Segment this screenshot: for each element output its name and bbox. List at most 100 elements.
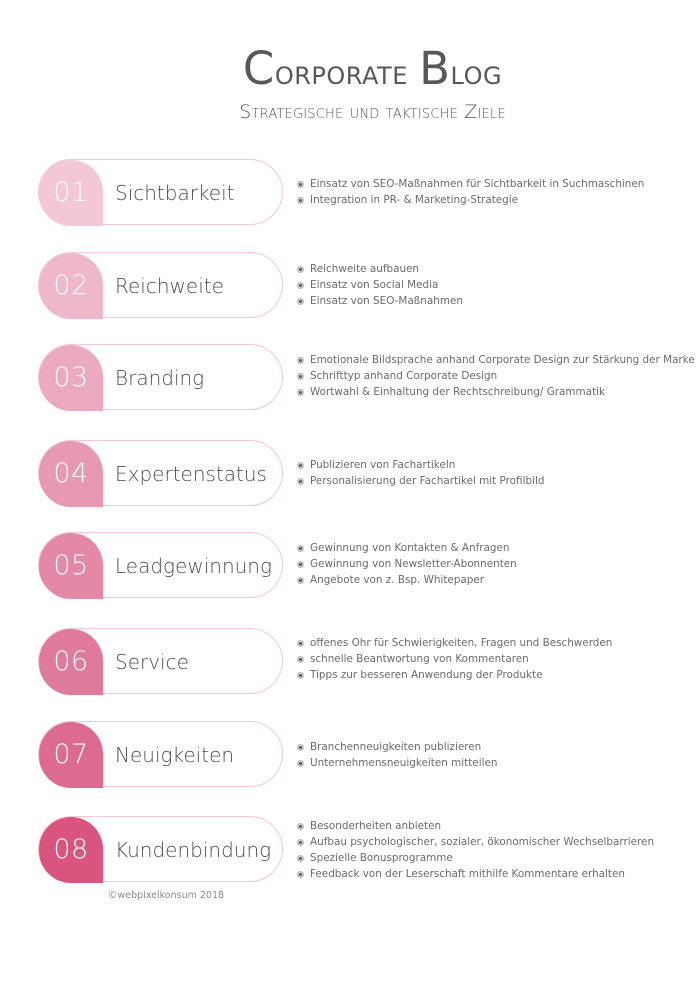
goal-row: 08 Kundenbindung Besonderheiten anbieten Au… [38, 816, 678, 883]
bullet-text: Personalisierung der Fachartikel mit Pro… [310, 475, 545, 487]
bullet-text: Reichweite aufbauen [310, 263, 420, 275]
goal-row: 01 Sichtbarkeit Einsatz von SEO-Maßnahmen … [38, 159, 678, 226]
bullet-dot-icon [297, 855, 304, 862]
bullet-text: schnelle Beantwortung von Kommentaren [310, 653, 529, 665]
goal-bullet-item: Wortwahl & Einhaltung der Rechtschreibun… [296, 384, 695, 400]
goal-bullet-item: Spezielle Bonusprogramme [296, 850, 654, 866]
goal-bullet-list: Gewinnung von Kontakten & Anfragen Gewinn… [296, 540, 517, 588]
bullet-dot-icon [297, 760, 304, 767]
goal-card: 06 Service [38, 628, 283, 695]
goal-label: Reichweite [115, 274, 224, 298]
goal-label: Expertenstatus [115, 462, 267, 486]
bullet-dot-icon [297, 561, 304, 568]
goal-number: 04 [53, 458, 89, 489]
goal-bullet-item: Branchenneuigkeiten publizieren [296, 739, 497, 755]
goal-bullet-item: Publizieren von Fachartikeln [296, 457, 544, 473]
bullet-dot-icon [297, 545, 304, 552]
goal-row: 07 Neuigkeiten Branchenneuigkeiten publizi… [38, 721, 678, 788]
bullet-text: offenes Ohr für Schwierigkeiten, Fragen … [310, 637, 613, 649]
bullet-text: Gewinnung von Kontakten & Anfragen [310, 542, 510, 554]
goal-bullet-item: Feedback von der Leserschaft mithilfe Ko… [296, 866, 654, 882]
goal-number-badge: 06 [39, 629, 103, 695]
goal-row: 05 Leadgewinnung Gewinnung von Kontakten &… [38, 532, 678, 599]
goal-card: 04 Expertenstatus [38, 440, 283, 507]
bullet-dot-icon [297, 197, 304, 204]
goal-row: 04 Expertenstatus Publizieren von Facharti… [38, 440, 678, 507]
bullet-dot-icon [297, 266, 304, 273]
goal-bullet-item: Einsatz von Social Media [296, 277, 463, 293]
bullet-dot-icon [297, 357, 304, 364]
bullet-dot-icon [297, 839, 304, 846]
goal-number-badge: 07 [39, 722, 103, 788]
bullet-dot-icon [297, 389, 304, 396]
bullet-text: Einsatz von SEO-Maßnahmen für Sichtbarke… [310, 178, 645, 190]
goal-number: 07 [53, 739, 89, 770]
goal-row: 03 Branding Emotionale Bildsprache anhand … [38, 344, 695, 411]
goal-number: 03 [53, 362, 89, 393]
goal-label: Kundenbindung [115, 838, 272, 862]
goal-number: 02 [53, 270, 89, 301]
title-initial: B [419, 42, 451, 95]
goal-card: 08 Kundenbindung [38, 816, 283, 883]
bullet-dot-icon [297, 373, 304, 380]
bullet-dot-icon [297, 640, 304, 647]
bullet-dot-icon [297, 871, 304, 878]
goal-bullet-item: Unternehmensneuigkeiten mitteilen [296, 755, 497, 771]
goal-card: 05 Leadgewinnung [38, 532, 283, 599]
goal-number-badge: 05 [39, 533, 103, 599]
goal-bullet-item: Einsatz von SEO-Maßnahmen für Sichtbarke… [296, 176, 644, 192]
goal-number-badge: 03 [39, 345, 103, 411]
goal-bullet-item: Personalisierung der Fachartikel mit Pro… [296, 473, 544, 489]
goal-card: 01 Sichtbarkeit [38, 159, 283, 226]
goal-number-badge: 08 [39, 817, 103, 883]
goal-bullet-item: Aufbau psychologischer, sozialer, ökonom… [296, 834, 654, 850]
goal-bullet-item: Integration in PR- & Marketing-Strategie [296, 192, 644, 208]
title-word: log [450, 53, 503, 93]
goal-number: 06 [53, 646, 89, 677]
goal-bullet-list: Reichweite aufbauen Einsatz von Social Me… [296, 261, 463, 309]
goal-bullet-item: Tipps zur besseren Anwendung der Produkt… [296, 667, 612, 683]
bullet-text: Branchenneuigkeiten publizieren [310, 741, 482, 753]
goal-card: 02 Reichweite [38, 252, 283, 319]
goal-bullet-list: Einsatz von SEO-Maßnahmen für Sichtbarke… [296, 176, 644, 208]
bullet-dot-icon [297, 672, 304, 679]
goal-card: 07 Neuigkeiten [38, 721, 283, 788]
bullet-text: Spezielle Bonusprogramme [310, 852, 453, 864]
goal-row: 02 Reichweite Reichweite aufbauen Einsatz v… [38, 252, 678, 319]
goal-label: Leadgewinnung [115, 554, 272, 578]
bullet-dot-icon [297, 282, 304, 289]
goal-card: 03 Branding [38, 344, 283, 411]
goal-bullet-item: offenes Ohr für Schwierigkeiten, Fragen … [296, 635, 612, 651]
goal-bullet-item: Reichweite aufbauen [296, 261, 463, 277]
goal-label: Sichtbarkeit [115, 181, 235, 205]
bullet-text: Feedback von der Leserschaft mithilfe Ko… [310, 868, 625, 880]
bullet-text: Tipps zur besseren Anwendung der Produkt… [310, 669, 543, 681]
bullet-text: Einsatz von Social Media [310, 279, 439, 291]
goal-number-badge: 02 [39, 253, 103, 319]
bullet-text: Angebote von z. Bsp. Whitepaper [310, 574, 485, 586]
page-title: Corporate Blog [0, 42, 700, 95]
goal-number-badge: 04 [39, 441, 103, 507]
title-initial: C [242, 42, 275, 95]
bullet-text: Gewinnung von Newsletter-Abonnenten [310, 558, 517, 570]
bullet-dot-icon [297, 478, 304, 485]
goal-number-badge: 01 [39, 160, 103, 226]
page-subtitle: Strategische und taktische Ziele [239, 101, 506, 123]
bullet-text: Wortwahl & Einhaltung der Rechtschreibun… [310, 386, 605, 398]
goal-label: Neuigkeiten [115, 743, 235, 767]
goal-number: 08 [53, 834, 89, 865]
goal-bullet-item: Einsatz von SEO-Maßnahmen [296, 293, 463, 309]
bullet-dot-icon [297, 462, 304, 469]
goal-label: Service [115, 650, 189, 674]
goal-bullet-item: Gewinnung von Kontakten & Anfragen [296, 540, 517, 556]
goal-bullet-list: Emotionale Bildsprache anhand Corporate … [296, 352, 695, 400]
goal-bullet-item: schnelle Beantwortung von Kommentaren [296, 651, 612, 667]
goal-bullet-list: Branchenneuigkeiten publizieren Unternehm… [296, 739, 497, 771]
bullet-dot-icon [297, 181, 304, 188]
title-word: orporate [274, 53, 408, 93]
bullet-dot-icon [297, 298, 304, 305]
goal-bullet-list: Publizieren von Fachartikeln Personalisie… [296, 457, 544, 489]
goal-bullet-item: Emotionale Bildsprache anhand Corporate … [296, 352, 695, 368]
goal-number: 05 [53, 550, 89, 581]
bullet-text: Emotionale Bildsprache anhand Corporate … [310, 354, 695, 366]
